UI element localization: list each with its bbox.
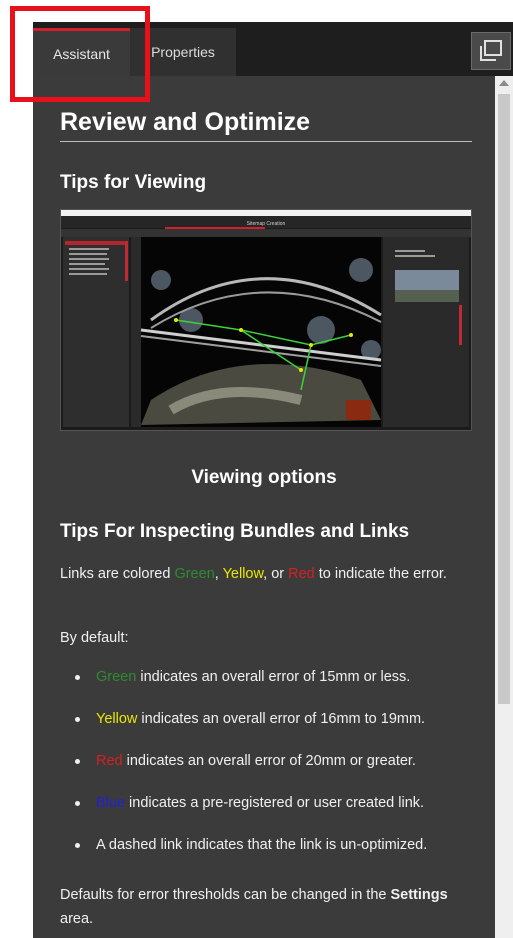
list-item: Yellow indicates an overall error of 16m… [60, 708, 480, 750]
links-colored-sep2: , or [263, 566, 289, 582]
tab-properties-label: Properties [151, 44, 215, 60]
inspect-heading: Tips For Inspecting Bundles and Links [60, 521, 410, 542]
color-word-green: Green [174, 566, 215, 582]
tips-viewing-heading: Tips for Viewing [60, 172, 207, 193]
links-colored-sep1: , [214, 566, 223, 582]
bullet-text: indicates an overall error of 15mm or le… [136, 669, 411, 685]
window-maximize-icon [480, 40, 502, 61]
bullet-color-word: Red [96, 753, 123, 769]
scroll-up-arrow-icon[interactable] [499, 80, 509, 86]
settings-link-text: Settings [390, 887, 448, 903]
links-colored-text: Links are colored Green, Yellow, or Red … [60, 562, 480, 586]
viewing-options-image: Sitemap Creation [60, 209, 472, 431]
bullet-text: indicates an overall error of 16mm to 19… [137, 711, 426, 727]
defaults-suffix: area. [60, 911, 94, 927]
by-default-text: By default: [60, 630, 129, 646]
list-item: Blue indicates a pre-registered or user … [60, 792, 480, 834]
defaults-text: Defaults for error thresholds can be cha… [60, 883, 480, 931]
color-word-yellow: Yellow [222, 566, 264, 582]
bullet-icon [75, 843, 80, 848]
links-colored-prefix: Links are colored [60, 566, 175, 582]
list-item: Red indicates an overall error of 20mm o… [60, 750, 480, 792]
assistant-panel: Assistant Properties Review and Optimize… [33, 22, 513, 938]
annotation-highlight-box [10, 6, 150, 102]
color-word-red: Red [288, 566, 315, 582]
scrollbar-thumb[interactable] [498, 94, 510, 704]
bullet-icon [75, 759, 80, 764]
bullet-text: A dashed link indicates that the link is… [96, 837, 428, 853]
bullet-text: indicates a pre-registered or user creat… [125, 795, 425, 811]
links-colored-suffix: to indicate the error. [314, 566, 447, 582]
list-item: Green indicates an overall error of 15mm… [60, 666, 480, 708]
bullet-icon [75, 717, 80, 722]
error-legend-list: Green indicates an overall error of 15mm… [60, 666, 480, 876]
page-title: Review and Optimize [60, 108, 472, 142]
bullet-icon [75, 801, 80, 806]
bullet-text: indicates an overall error of 20mm or gr… [122, 753, 416, 769]
point-cloud-screenshot: Sitemap Creation [61, 210, 471, 427]
viewing-options-caption: Viewing options [191, 467, 337, 488]
vertical-scrollbar[interactable] [495, 76, 513, 938]
bullet-color-word: Yellow [96, 711, 138, 727]
screenshot-window-title: Sitemap Creation [247, 221, 286, 227]
bullet-color-word: Blue [96, 795, 126, 811]
assistant-content: Review and Optimize Tips for Viewing Sit… [33, 76, 495, 938]
maximize-button[interactable] [471, 32, 511, 70]
bullet-color-word: Green [96, 669, 137, 685]
list-item: A dashed link indicates that the link is… [60, 834, 480, 876]
bullet-icon [75, 675, 80, 680]
defaults-prefix: Defaults for error thresholds can be cha… [60, 887, 391, 903]
